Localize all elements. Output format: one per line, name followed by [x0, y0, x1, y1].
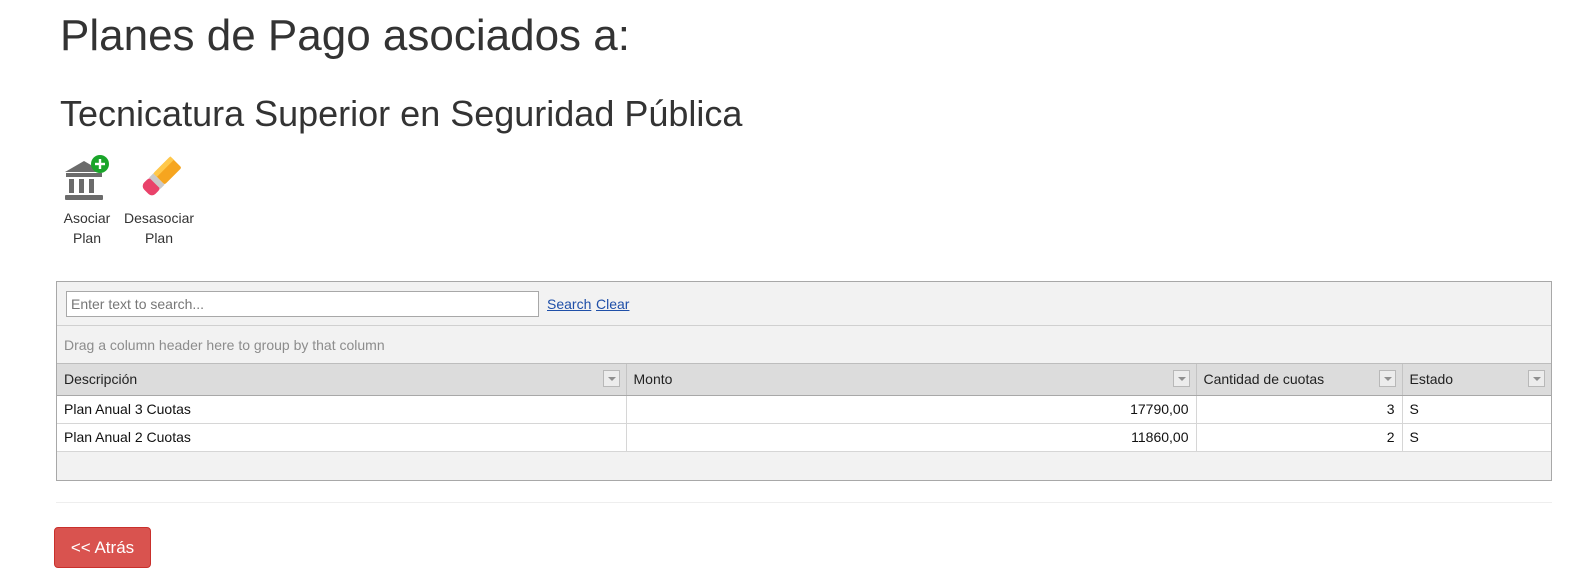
planes-table: Descripción Monto Cantidad de cuotas Est… [57, 364, 1551, 452]
asociar-plan-label-line2: Plan [72, 230, 102, 246]
table-row[interactable]: Plan Anual 2 Cuotas 11860,00 2 S [57, 423, 1551, 452]
clear-link[interactable]: Clear [596, 296, 629, 312]
table-row[interactable]: Plan Anual 3 Cuotas 17790,00 3 S [57, 395, 1551, 424]
cell-descripcion: Plan Anual 3 Cuotas [57, 395, 627, 424]
column-header-label: Monto [633, 371, 673, 388]
divider [56, 502, 1552, 503]
bank-add-icon [65, 155, 109, 200]
column-header-label: Cantidad de cuotas [1203, 371, 1325, 388]
column-header-label: Estado [1409, 371, 1454, 388]
filter-dropdown-icon[interactable] [1528, 370, 1545, 387]
page-subtitle: Tecnicatura Superior en Seguridad Públic… [60, 93, 743, 134]
cell-cuotas: 2 [1196, 423, 1403, 452]
column-header-estado[interactable]: Estado [1402, 364, 1551, 396]
eraser-icon [142, 156, 181, 196]
column-header-cantidad-cuotas[interactable]: Cantidad de cuotas [1196, 364, 1403, 396]
group-panel: Drag a column header here to group by th… [57, 326, 1551, 364]
column-header-descripcion[interactable]: Descripción [57, 364, 627, 396]
cell-monto: 17790,00 [626, 395, 1197, 424]
table-header-row: Descripción Monto Cantidad de cuotas Est… [57, 364, 1551, 396]
grid-search-panel: Search Clear [57, 282, 1551, 326]
filter-dropdown-icon[interactable] [1172, 370, 1190, 387]
cell-descripcion: Plan Anual 2 Cuotas [57, 423, 627, 452]
cell-estado: S [1402, 395, 1551, 424]
filter-dropdown-icon[interactable] [602, 370, 620, 387]
desasociar-plan-label-line1: Desasociar [123, 210, 195, 226]
asociar-plan-button[interactable]: Asociar Plan [57, 154, 117, 248]
desasociar-plan-button[interactable]: Desasociar Plan [118, 154, 200, 248]
filter-dropdown-icon[interactable] [1378, 370, 1396, 387]
cell-monto: 11860,00 [626, 423, 1197, 452]
asociar-plan-label-line1: Asociar [63, 210, 111, 226]
column-header-monto[interactable]: Monto [626, 364, 1197, 396]
search-input[interactable] [66, 291, 539, 317]
page-title: Planes de Pago asociados a: [60, 11, 630, 60]
cell-cuotas: 3 [1196, 395, 1403, 424]
column-header-label: Descripción [64, 371, 138, 388]
back-button[interactable]: << Atrás [54, 527, 151, 568]
desasociar-plan-label-line2: Plan [144, 230, 174, 246]
cell-estado: S [1402, 423, 1551, 452]
search-link[interactable]: Search [547, 296, 591, 312]
planes-grid: Search Clear Drag a column header here t… [56, 281, 1552, 481]
